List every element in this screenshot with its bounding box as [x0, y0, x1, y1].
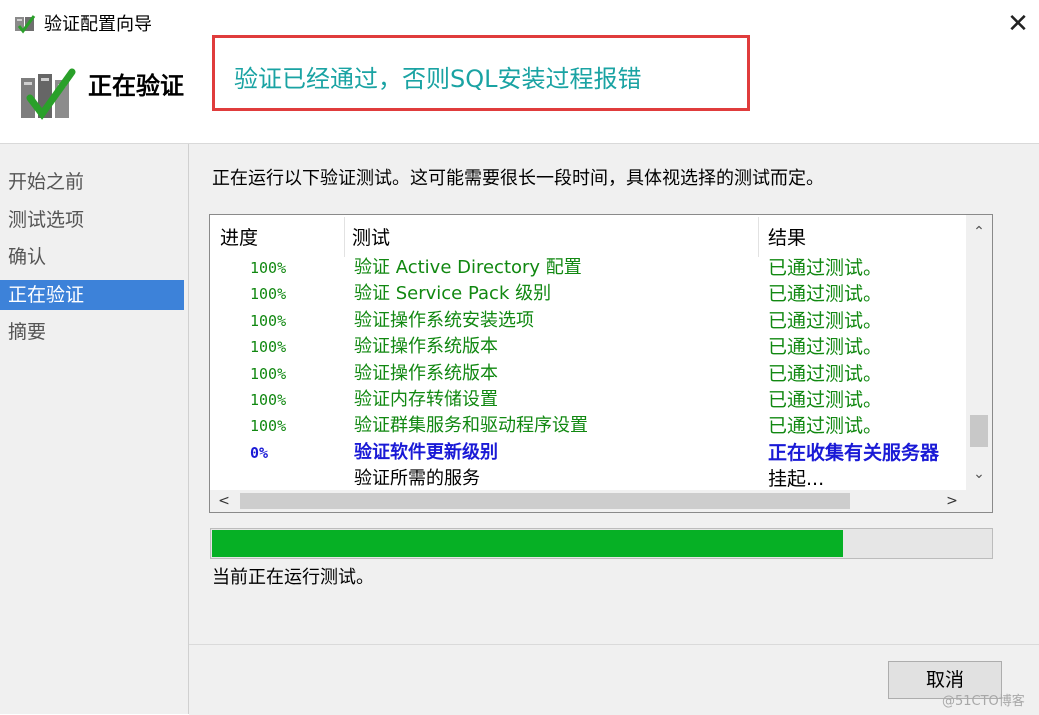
- sidebar-step-item[interactable]: 开始之前: [0, 167, 184, 197]
- progress-cell: 0%: [250, 443, 269, 462]
- table-row[interactable]: 100% 验证操作系统版本 已通过测试。: [210, 361, 966, 387]
- scroll-right-icon[interactable]: >: [942, 490, 962, 512]
- scroll-up-icon[interactable]: ⌃: [966, 219, 992, 245]
- result-cell: 已通过测试。: [768, 309, 883, 332]
- test-list[interactable]: 进度 测试 结果 100% 验证 Active Directory 配置 已通过测试…: [209, 214, 993, 513]
- table-row[interactable]: 验证所需的服务 挂起...: [210, 466, 966, 492]
- column-divider[interactable]: [758, 217, 759, 257]
- validation-progress-bar: [210, 528, 993, 559]
- test-name-cell: 验证 Service Pack 级别: [354, 283, 552, 305]
- validation-server-icon: [21, 68, 76, 120]
- table-row[interactable]: 100% 验证操作系统版本 已通过测试。: [210, 334, 966, 360]
- close-button[interactable]: ✕: [1000, 6, 1036, 42]
- annotation-text: 验证已经通过，否则SQL安装过程报错: [234, 65, 642, 93]
- column-header-result[interactable]: 结果: [768, 225, 806, 251]
- column-header-test[interactable]: 测试: [352, 225, 390, 251]
- table-row[interactable]: 100% 验证 Active Directory 配置 已通过测试。: [210, 255, 966, 281]
- horizontal-scroll-thumb[interactable]: [240, 493, 850, 509]
- column-divider[interactable]: [344, 217, 345, 257]
- vertical-scroll-thumb[interactable]: [970, 415, 988, 447]
- test-name-cell: 验证软件更新级别: [354, 441, 498, 463]
- test-name-cell: 验证所需的服务: [354, 468, 480, 490]
- progress-fill: [212, 530, 843, 557]
- progress-cell: 100%: [250, 285, 287, 304]
- test-name-cell: 验证操作系统安装选项: [354, 309, 534, 331]
- scrollbar-corner: [966, 490, 992, 512]
- scroll-down-icon[interactable]: ⌄: [966, 461, 992, 487]
- sidebar-step-item[interactable]: 测试选项: [0, 205, 184, 235]
- description-text: 正在运行以下验证测试。这可能需要很长一段时间，具体视选择的测试而定。: [212, 168, 824, 189]
- sidebar-step-item[interactable]: 摘要: [0, 317, 184, 347]
- table-row[interactable]: 100% 验证群集服务和驱动程序设置 已通过测试。: [210, 413, 966, 439]
- test-name-cell: 验证 Active Directory 配置: [354, 257, 582, 278]
- table-row[interactable]: 100% 验证操作系统安装选项 已通过测试。: [210, 308, 966, 334]
- scroll-left-icon[interactable]: <: [214, 490, 234, 512]
- status-text: 当前正在运行测试。: [212, 567, 374, 588]
- vertical-scrollbar[interactable]: ⌃ ⌄: [966, 215, 992, 490]
- test-name-cell: 验证操作系统版本: [354, 362, 498, 384]
- table-row[interactable]: 100% 验证 Service Pack 级别 已通过测试。: [210, 281, 966, 307]
- wizard-app-icon: [15, 15, 36, 34]
- progress-cell: 100%: [250, 391, 287, 409]
- page-title: 正在验证: [88, 72, 184, 100]
- result-cell: 已通过测试。: [768, 389, 883, 411]
- progress-cell: 100%: [250, 417, 287, 436]
- column-header-progress[interactable]: 进度: [220, 225, 258, 251]
- close-icon[interactable]: ✕: [1007, 9, 1029, 39]
- progress-cell: 100%: [250, 338, 287, 357]
- result-cell: 已通过测试。: [768, 336, 883, 359]
- result-cell: 已通过测试。: [768, 257, 883, 279]
- test-name-cell: 验证操作系统版本: [354, 336, 498, 358]
- progress-cell: 100%: [250, 311, 287, 330]
- progress-cell: 100%: [250, 259, 287, 277]
- table-row[interactable]: 100% 验证内存转储设置 已通过测试。: [210, 387, 966, 413]
- result-cell: 正在收集有关服务器: [768, 441, 940, 464]
- test-name-cell: 验证群集服务和驱动程序设置: [354, 415, 588, 437]
- result-cell: 已通过测试。: [768, 283, 883, 306]
- table-row[interactable]: 0% 验证软件更新级别 正在收集有关服务器: [210, 440, 966, 466]
- result-cell: 挂起...: [768, 468, 825, 491]
- progress-cell: 100%: [250, 364, 287, 383]
- result-cell: 已通过测试。: [768, 415, 883, 438]
- test-name-cell: 验证内存转储设置: [354, 389, 498, 410]
- sidebar-step-item[interactable]: 确认: [0, 242, 184, 272]
- watermark: @51CTO博客: [942, 694, 1025, 709]
- horizontal-scrollbar[interactable]: < >: [210, 490, 992, 512]
- sidebar-step-item[interactable]: 正在验证: [0, 279, 184, 310]
- result-cell: 已通过测试。: [768, 362, 883, 385]
- window-title: 验证配置向导: [44, 14, 152, 35]
